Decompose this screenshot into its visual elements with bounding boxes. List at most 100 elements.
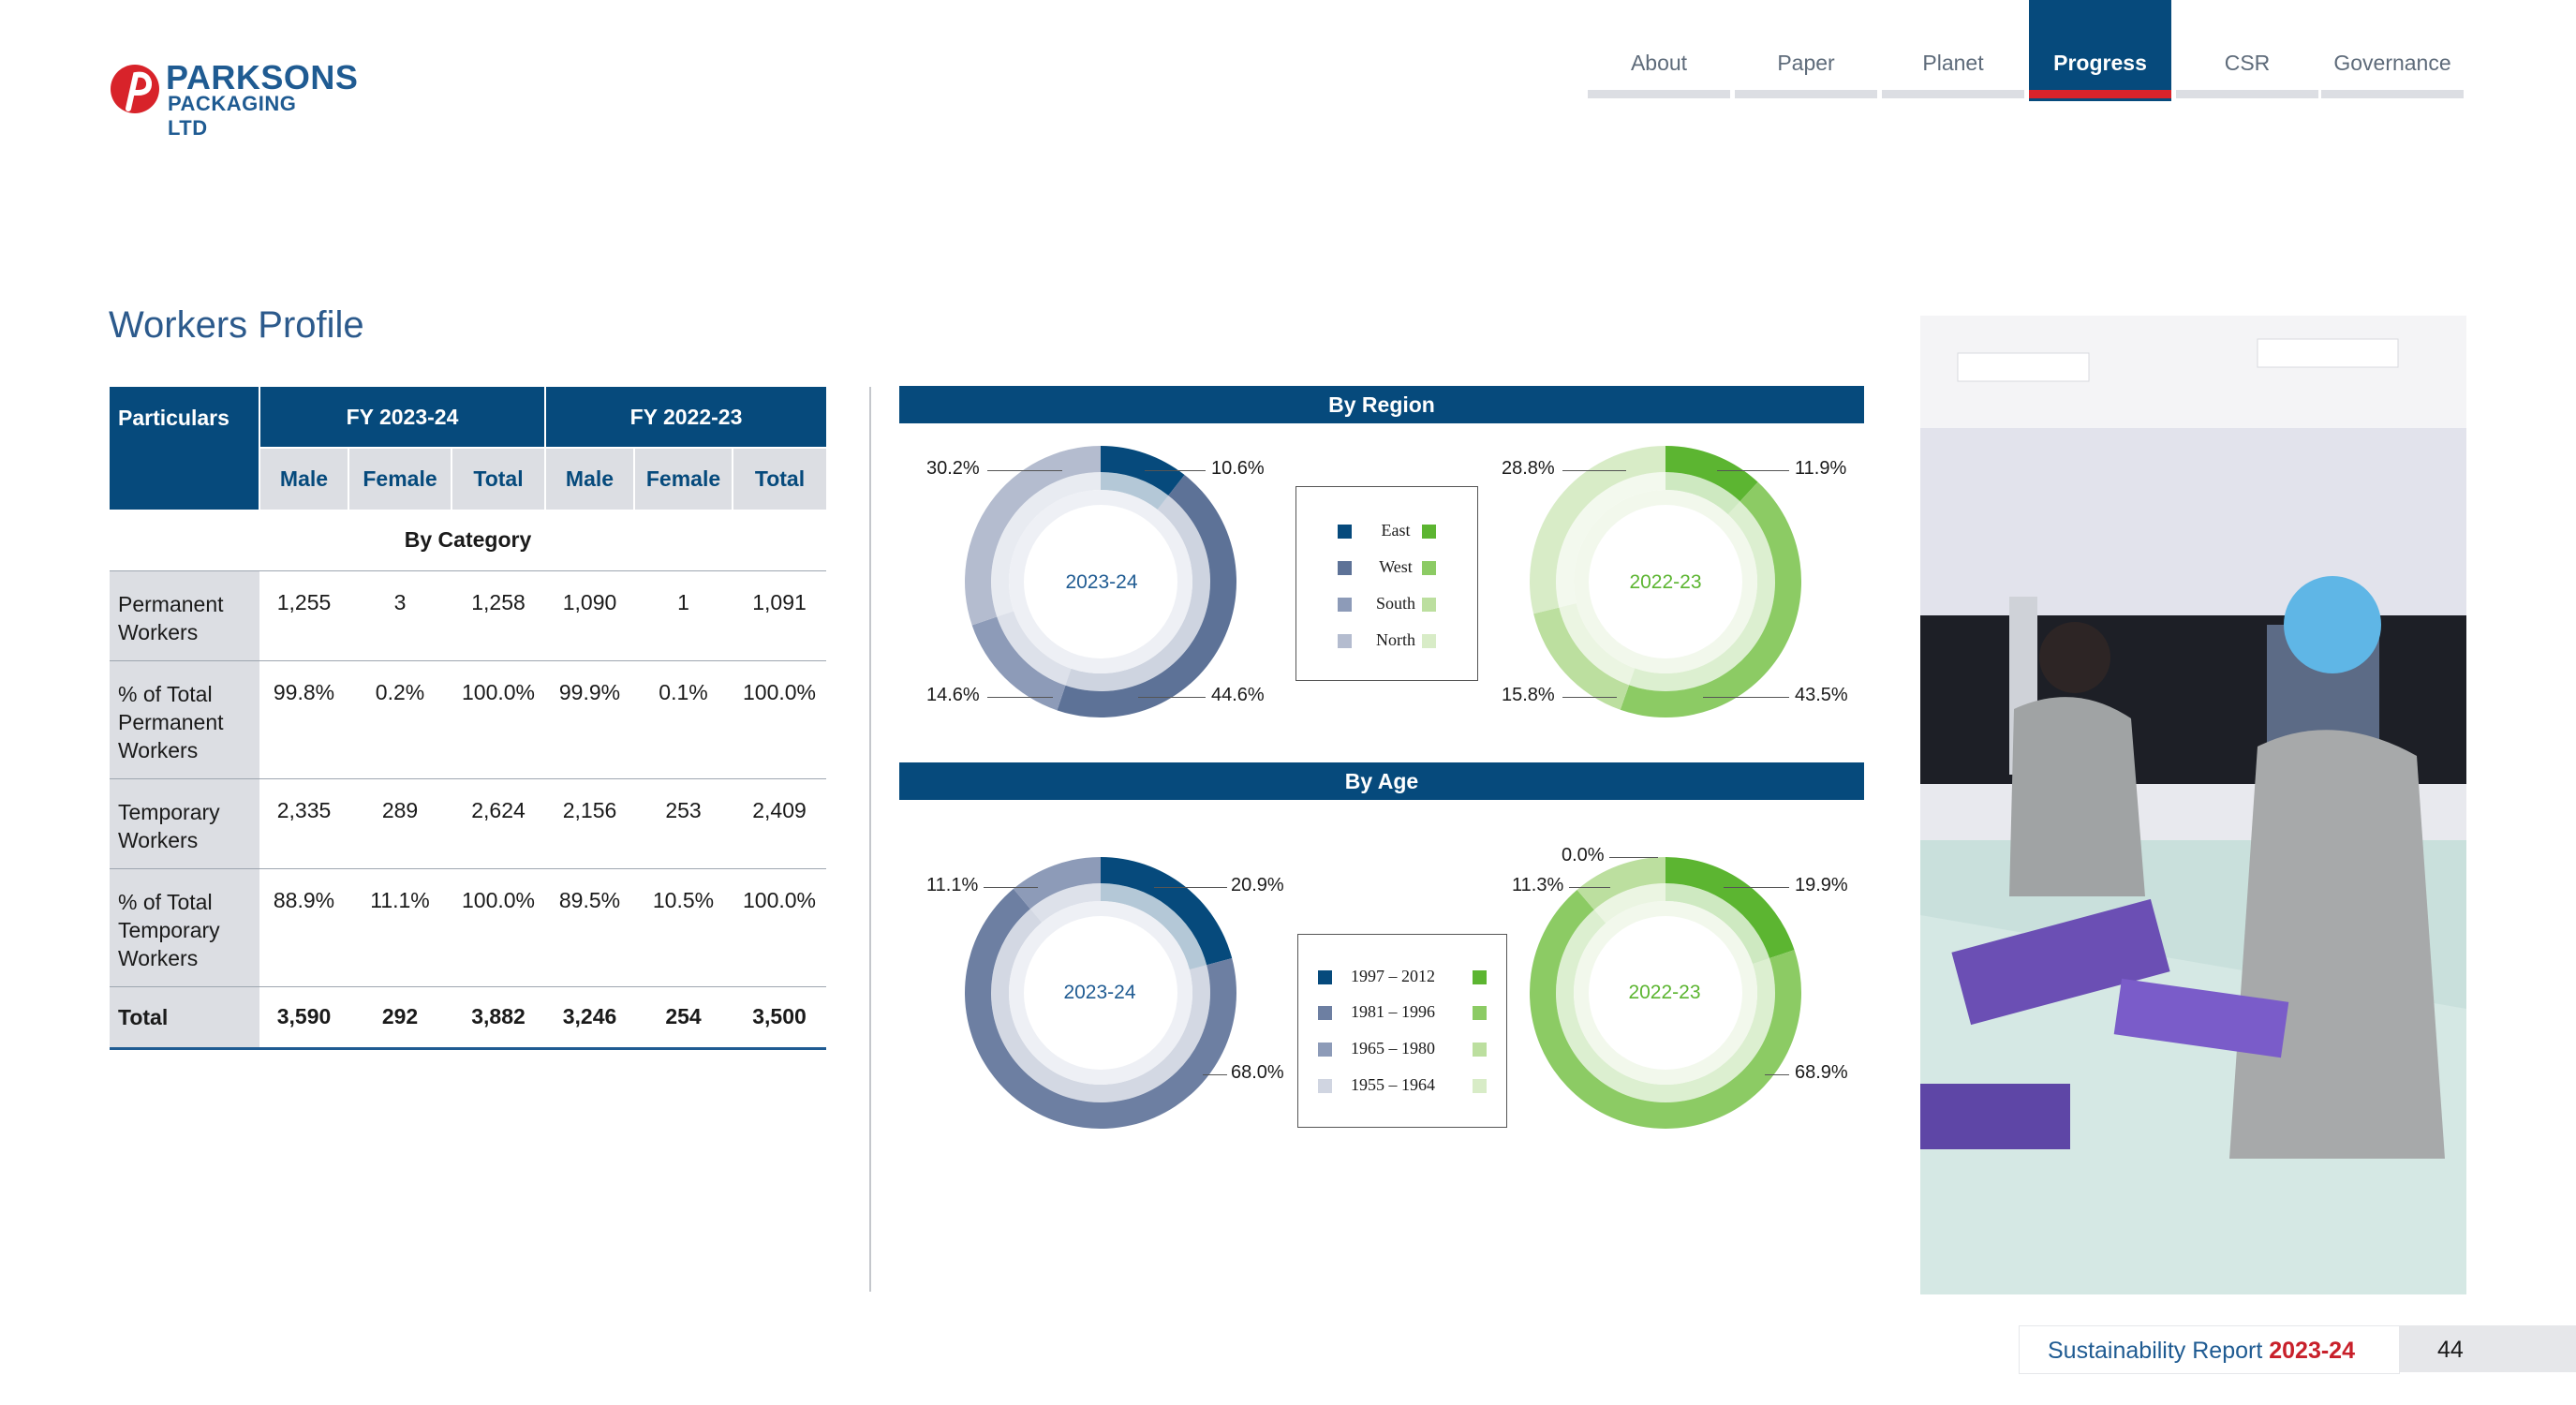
- cell: 2,335: [259, 778, 348, 869]
- nav-csr[interactable]: CSR: [2176, 0, 2318, 101]
- legend-swatch: [1422, 525, 1436, 539]
- divider: [869, 387, 871, 1292]
- leader-line: [1203, 1074, 1227, 1075]
- age-legend: 1997 – 2012 1981 – 1996 1965 – 1980 1955…: [1297, 934, 1507, 1128]
- age1-label-1965: 11.1%: [926, 875, 979, 895]
- nav-planet[interactable]: Planet: [1882, 0, 2024, 101]
- leader-line: [987, 470, 1062, 471]
- cell: 100.0%: [452, 868, 545, 987]
- cell: 0.2%: [348, 660, 452, 779]
- cell: 88.9%: [259, 868, 348, 987]
- subheader-male-1: Male: [259, 448, 349, 510]
- workers-photo: [1920, 316, 2466, 1294]
- row-label: % of Total Permanent Workers: [110, 660, 259, 779]
- region2-label-east: 11.9%: [1795, 458, 1847, 479]
- nav-about[interactable]: About: [1588, 0, 1730, 101]
- legend-swatch: [1473, 1043, 1487, 1057]
- cell: 99.8%: [259, 660, 348, 779]
- cell: 1,091: [733, 570, 826, 661]
- row-label: Total: [110, 986, 259, 1050]
- legend-swatch: [1338, 598, 1352, 612]
- nav-paper-label: Paper: [1777, 51, 1835, 75]
- cell: 3,500: [733, 986, 826, 1050]
- logo-mark-icon: [111, 65, 159, 113]
- leader-line: [1138, 697, 1206, 698]
- cell: 99.9%: [545, 660, 634, 779]
- leader-line: [1765, 1074, 1789, 1075]
- region-center-2022: 2022-23: [1629, 571, 1702, 593]
- cell: 253: [634, 778, 733, 869]
- footer-page-box: [2400, 1325, 2576, 1372]
- table-row: Temporary Workers 2,335 289 2,624 2,156 …: [110, 778, 826, 869]
- nav-about-underline: [1588, 90, 1730, 98]
- page-title: Workers Profile: [109, 304, 364, 346]
- cell: 292: [348, 986, 452, 1050]
- cell: 0.1%: [634, 660, 733, 779]
- nav-progress[interactable]: Progress: [2029, 0, 2171, 101]
- cell: 100.0%: [733, 868, 826, 987]
- cell: 3: [348, 570, 452, 661]
- footer-title-box: Sustainability Report 2023-24: [2019, 1325, 2400, 1374]
- nav-planet-label: Planet: [1922, 51, 1984, 75]
- nav-progress-underline: [2029, 90, 2171, 98]
- age-center-2023: 2023-24: [1063, 982, 1136, 1003]
- age1-label-1981: 68.0%: [1231, 1062, 1284, 1083]
- legend-item: 1997 – 2012: [1298, 963, 1506, 991]
- cell: 1,258: [452, 570, 545, 661]
- subheader-total-1: Total: [452, 448, 546, 510]
- row-label: Temporary Workers: [110, 778, 259, 869]
- table-row: % of Total Permanent Workers 99.8% 0.2% …: [110, 660, 826, 779]
- legend-label: 1965 – 1980: [1351, 1039, 1435, 1057]
- col-header-fy2: FY 2022-23: [545, 387, 826, 449]
- nav-csr-label: CSR: [2224, 51, 2271, 75]
- nav-governance-underline: [2321, 90, 2464, 98]
- age-heading: By Age: [899, 762, 1864, 800]
- nav-paper[interactable]: Paper: [1735, 0, 1877, 101]
- region-center-2023: 2023-24: [1065, 571, 1138, 593]
- cell: 1,090: [545, 570, 634, 661]
- legend-label: 1997 – 2012: [1351, 967, 1435, 985]
- age1-label-1997: 20.9%: [1231, 875, 1284, 895]
- leader-line: [1154, 887, 1227, 888]
- leader-line: [984, 887, 1038, 888]
- nav-governance[interactable]: Governance: [2321, 0, 2464, 101]
- legend-item: 1981 – 1996: [1298, 998, 1506, 1027]
- cell: 2,624: [452, 778, 545, 869]
- legend-swatch: [1422, 598, 1436, 612]
- factory-workers-illustration: [1920, 316, 2466, 1294]
- table-row: Permanent Workers 1,255 3 1,258 1,090 1 …: [110, 570, 826, 661]
- footer-year: 2023-24: [2269, 1338, 2355, 1364]
- table-row: % of Total Temporary Workers 88.9% 11.1%…: [110, 868, 826, 987]
- cell: 254: [634, 986, 733, 1050]
- leader-line: [1562, 470, 1626, 471]
- age2-label-1997: 19.9%: [1795, 875, 1848, 895]
- leader-line: [1145, 470, 1206, 471]
- cell: 100.0%: [452, 660, 545, 779]
- legend-swatch: [1473, 970, 1487, 984]
- region1-label-east: 10.6%: [1211, 458, 1265, 479]
- page-number: 44: [2437, 1337, 2464, 1363]
- nav-progress-label: Progress: [2053, 51, 2147, 75]
- legend-swatch: [1338, 561, 1352, 575]
- footer-report-name: Sustainability Report: [2048, 1338, 2270, 1364]
- cell: 3,882: [452, 986, 545, 1050]
- age-center-2022: 2022-23: [1628, 982, 1701, 1003]
- cell: 2,156: [545, 778, 634, 869]
- legend-item: 1965 – 1980: [1298, 1035, 1506, 1063]
- legend-label: 1981 – 1996: [1351, 1002, 1435, 1021]
- legend-swatch: [1338, 525, 1352, 539]
- leader-line: [1703, 697, 1789, 698]
- leader-line: [1724, 887, 1789, 888]
- subheader-male-2: Male: [545, 448, 635, 510]
- leader-line: [1562, 697, 1617, 698]
- region-legend: East West South North: [1295, 486, 1478, 681]
- nav-about-label: About: [1630, 51, 1688, 75]
- legend-swatch: [1422, 561, 1436, 575]
- cell: 1: [634, 570, 733, 661]
- leader-line: [1569, 887, 1610, 888]
- region-heading: By Region: [899, 386, 1864, 423]
- legend-swatch: [1318, 970, 1332, 984]
- age2-label-1981: 68.9%: [1795, 1062, 1848, 1083]
- cell: 3,246: [545, 986, 634, 1050]
- legend-swatch: [1318, 1079, 1332, 1093]
